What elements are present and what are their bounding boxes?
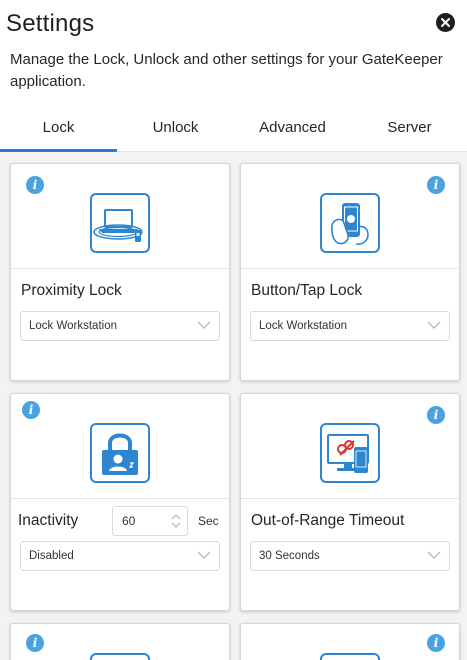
info-icon[interactable]: i xyxy=(427,634,445,652)
close-button[interactable] xyxy=(436,13,455,32)
tab-advanced[interactable]: Advanced xyxy=(234,110,351,151)
padlock-user-icon xyxy=(90,423,150,483)
tab-server[interactable]: Server xyxy=(351,110,467,151)
chevron-down-icon xyxy=(197,321,211,330)
out-of-range-select-value: 30 Seconds xyxy=(259,550,320,562)
phone-tap-icon xyxy=(320,193,380,253)
inactivity-value: 60 xyxy=(122,514,136,528)
settings-grid: i Proximity Lock Lock Workstation i Butt… xyxy=(0,152,467,660)
close-icon xyxy=(441,18,450,27)
card-divider xyxy=(11,498,229,499)
card-divider xyxy=(11,268,229,269)
button-tap-lock-card: i Button/Tap Lock Lock Workstation xyxy=(240,163,460,381)
chevron-down-icon xyxy=(427,551,441,560)
chevron-down-icon xyxy=(197,551,211,560)
settings-description: Manage the Lock, Unlock and other settin… xyxy=(10,51,443,90)
laptop-proximity-icon xyxy=(90,193,150,253)
proximity-lock-select[interactable]: Lock Workstation xyxy=(20,311,220,341)
info-icon[interactable]: i xyxy=(22,401,40,419)
settings-header: Settings xyxy=(0,0,467,48)
tab-lock[interactable]: Lock xyxy=(0,110,117,152)
card-divider xyxy=(241,268,459,269)
button-tap-lock-select[interactable]: Lock Workstation xyxy=(250,311,450,341)
tab-unlock[interactable]: Unlock xyxy=(117,110,234,151)
out-of-range-label: Out-of-Range Timeout xyxy=(251,512,405,529)
proximity-lock-card: i Proximity Lock Lock Workstation xyxy=(10,163,230,381)
page-title: Settings xyxy=(6,10,95,37)
info-icon[interactable]: i xyxy=(427,176,445,194)
inactivity-card: i Inactivity 60 Sec Disabled xyxy=(10,393,230,611)
inactivity-select[interactable]: Disabled xyxy=(20,541,220,571)
info-icon[interactable]: i xyxy=(26,634,44,652)
info-icon[interactable]: i xyxy=(427,406,445,424)
inactivity-stepper[interactable]: 60 xyxy=(112,506,188,536)
info-icon[interactable]: i xyxy=(26,176,44,194)
feature-icon-partial xyxy=(90,653,150,660)
inactivity-unit: Sec xyxy=(198,514,219,528)
inactivity-label: Inactivity xyxy=(18,512,79,529)
card-divider xyxy=(241,498,459,499)
proximity-lock-label: Proximity Lock xyxy=(21,282,122,299)
monitor-timeout-icon xyxy=(320,423,380,483)
settings-card-partial: i xyxy=(10,623,230,660)
button-tap-lock-select-value: Lock Workstation xyxy=(259,320,347,332)
out-of-range-select[interactable]: 30 Seconds xyxy=(250,541,450,571)
out-of-range-card: i Out-of-Range Timeout 30 Seconds xyxy=(240,393,460,611)
inactivity-select-value: Disabled xyxy=(29,550,74,562)
proximity-lock-select-value: Lock Workstation xyxy=(29,320,117,332)
spinner-arrows-icon[interactable] xyxy=(171,513,181,529)
button-tap-lock-label: Button/Tap Lock xyxy=(251,282,363,299)
chevron-down-icon xyxy=(427,321,441,330)
feature-icon-partial xyxy=(320,653,380,660)
settings-card-partial: i xyxy=(240,623,460,660)
tab-bar: Lock Unlock Advanced Server xyxy=(0,110,467,152)
